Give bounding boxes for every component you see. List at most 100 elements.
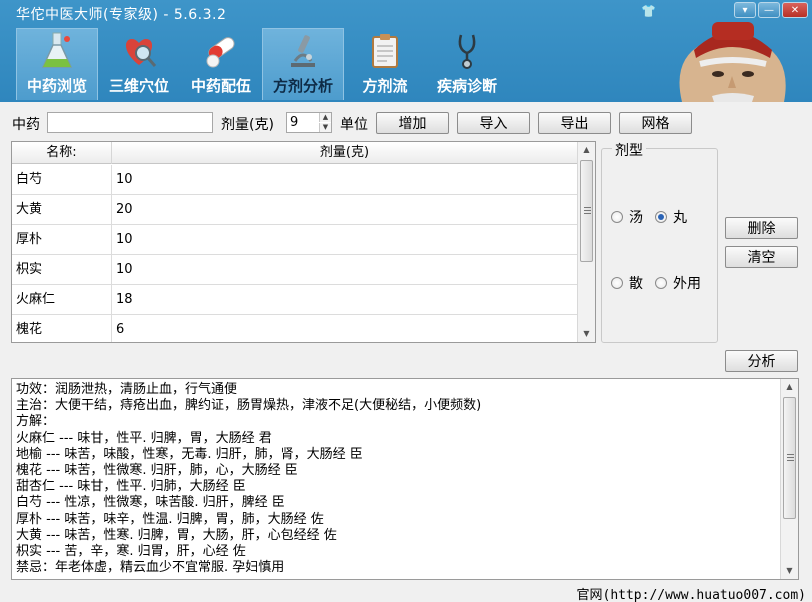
scroll-down-icon[interactable]: ▼ bbox=[578, 326, 595, 342]
table-row[interactable]: 大黄 20 bbox=[12, 195, 578, 225]
tab-herb-browse[interactable]: 中药浏览 bbox=[16, 28, 98, 100]
cell-name: 火麻仁 bbox=[12, 285, 112, 314]
table-row[interactable]: 厚朴 10 bbox=[12, 225, 578, 255]
column-header-name[interactable]: 名称: bbox=[12, 142, 112, 164]
grip-icon bbox=[787, 460, 794, 461]
radio-label: 汤 bbox=[629, 210, 643, 226]
tab-label: 方剂流 bbox=[362, 77, 408, 95]
scroll-up-icon[interactable]: ▲ bbox=[578, 142, 595, 158]
analysis-line: 火麻仁 --- 味甘，性平. 归脾，胃，大肠经 君 bbox=[16, 430, 272, 446]
title-toolbar-band: 华佗中医大师(专家级) - 5.6.3.2 👕 ▾ — ✕ 中药浏览 三维穴位 bbox=[0, 0, 812, 102]
close-button[interactable]: ✕ bbox=[782, 2, 808, 18]
tab-label: 中药配伍 bbox=[190, 77, 251, 95]
radio-powder[interactable]: 散 bbox=[611, 273, 643, 293]
tab-disease-diagnosis[interactable]: 疾病诊断 bbox=[426, 28, 508, 100]
table-row[interactable]: 白芍 10 bbox=[12, 165, 578, 195]
scroll-thumb[interactable] bbox=[783, 397, 796, 519]
stethoscope-icon bbox=[458, 34, 476, 69]
grip-icon bbox=[787, 454, 794, 455]
radio-pill[interactable]: 丸 bbox=[655, 207, 687, 227]
cell-name: 枳实 bbox=[12, 255, 112, 284]
cell-dose: 6 bbox=[116, 322, 125, 337]
scroll-down-icon[interactable]: ▼ bbox=[781, 563, 798, 579]
analysis-textarea[interactable]: 功效：润肠泄热，清肠止血，行气通便 主治：大便干结，痔疮出血，脾约证，肠胃燥热，… bbox=[11, 378, 799, 580]
text-scrollbar[interactable]: ▲ ▼ bbox=[780, 379, 798, 579]
radio-icon[interactable] bbox=[655, 277, 667, 289]
cell-name: 大黄 bbox=[12, 195, 112, 224]
main-tabs: 中药浏览 三维穴位 中药配伍 方剂分析 方剂流 疾病诊断 bbox=[16, 28, 508, 100]
skin-icon[interactable]: 👕 bbox=[641, 4, 656, 18]
window-controls: ▾ — ✕ bbox=[734, 2, 808, 18]
stepper-up-icon[interactable]: ▲ bbox=[319, 113, 331, 122]
herb-table: 名称: 剂量(克) 白芍 10 大黄 20 厚朴 10 枳实 10 火麻仁 18… bbox=[11, 141, 596, 343]
radio-decoction[interactable]: 汤 bbox=[611, 207, 643, 227]
cell-dose: 10 bbox=[116, 262, 133, 277]
pills-icon bbox=[206, 37, 235, 68]
analysis-line: 方解： bbox=[16, 414, 56, 430]
table-row[interactable]: 火麻仁 18 bbox=[12, 285, 578, 315]
clipboard-icon bbox=[372, 34, 398, 68]
cell-dose: 18 bbox=[116, 292, 133, 307]
grid-button[interactable]: 网格 bbox=[619, 112, 692, 134]
radio-checked-icon[interactable] bbox=[655, 211, 667, 223]
tab-label: 三维穴位 bbox=[108, 77, 169, 95]
tab-label: 中药浏览 bbox=[26, 77, 87, 95]
portrait-image bbox=[679, 22, 786, 102]
herb-input[interactable] bbox=[47, 112, 213, 133]
website-link[interactable]: 官网(http://www.huatuo007.com) bbox=[577, 584, 807, 602]
tab-3d-acupoint[interactable]: 三维穴位 bbox=[98, 28, 180, 100]
grip-icon bbox=[584, 207, 591, 208]
cell-name: 厚朴 bbox=[12, 225, 112, 254]
huatuo-portrait bbox=[652, 20, 812, 102]
scroll-up-icon[interactable]: ▲ bbox=[781, 379, 798, 395]
radio-external[interactable]: 外用 bbox=[655, 273, 701, 293]
column-header-dose[interactable]: 剂量(克) bbox=[112, 142, 578, 164]
tab-label: 方剂分析 bbox=[272, 77, 333, 95]
analysis-line: 功效：润肠泄热，清肠止血，行气通便 bbox=[16, 382, 238, 397]
table-row[interactable]: 枳实 10 bbox=[12, 255, 578, 285]
radio-label: 散 bbox=[629, 276, 643, 292]
analysis-line: 禁忌：年老体虚，精云血少不宜常服. 孕妇慎用 bbox=[16, 560, 285, 576]
microscope-icon bbox=[291, 35, 315, 67]
form-type-group: 剂型 bbox=[601, 140, 718, 343]
menu-button[interactable]: ▾ bbox=[734, 2, 756, 18]
export-button[interactable]: 导出 bbox=[538, 112, 611, 134]
radio-label: 外用 bbox=[673, 276, 701, 292]
minimize-button[interactable]: — bbox=[758, 2, 780, 18]
dose-label: 剂量(克) bbox=[221, 117, 274, 133]
clear-button[interactable]: 清空 bbox=[725, 246, 798, 268]
cell-dose: 10 bbox=[116, 232, 133, 247]
table-header: 名称: 剂量(克) bbox=[12, 142, 578, 164]
tab-prescription-analysis[interactable]: 方剂分析 bbox=[262, 28, 344, 100]
analyze-button[interactable]: 分析 bbox=[725, 350, 798, 372]
tab-herb-compatibility[interactable]: 中药配伍 bbox=[180, 28, 262, 100]
scroll-thumb[interactable] bbox=[580, 160, 593, 262]
stepper-down-icon[interactable]: ▼ bbox=[319, 123, 331, 132]
flask-icon bbox=[41, 32, 73, 68]
analysis-line: 主治：大便干结，痔疮出血，脾约证，肠胃燥热，津液不足(大便秘结，小便频数) bbox=[16, 398, 482, 414]
unit-label: 单位 bbox=[340, 117, 368, 133]
analysis-line: 枳实 --- 苦，辛，寒. 归胃，肝，心经 佐 bbox=[16, 543, 246, 559]
cell-dose: 10 bbox=[116, 172, 133, 187]
cell-name: 槐花 bbox=[12, 315, 112, 342]
herb-label: 中药 bbox=[12, 117, 40, 133]
radio-label: 丸 bbox=[673, 210, 687, 226]
grip-icon bbox=[584, 213, 591, 214]
group-title: 剂型 bbox=[612, 140, 646, 160]
add-button[interactable]: 增加 bbox=[376, 112, 449, 134]
analysis-line: 地榆 --- 味苦，味酸，性寒，无毒. 归肝，肺，肾，大肠经 臣 bbox=[16, 446, 363, 462]
analysis-lines: 功效：润肠泄热，清肠止血，行气通便 主治：大便干结，痔疮出血，脾约证，肠胃燥热，… bbox=[16, 382, 780, 576]
dose-value: 9 bbox=[290, 115, 299, 130]
radio-icon[interactable] bbox=[611, 211, 623, 223]
analysis-line: 白芍 --- 性凉，性微寒，味苦酸. 归肝，脾经 臣 bbox=[16, 495, 285, 511]
dose-stepper[interactable]: 9 ▲ ▼ bbox=[286, 112, 332, 133]
analysis-line: 甜杏仁 --- 味甘，性平. 归肺，大肠经 臣 bbox=[16, 479, 246, 495]
table-scrollbar[interactable]: ▲ ▼ bbox=[577, 142, 595, 342]
cell-dose: 20 bbox=[116, 202, 133, 217]
import-button[interactable]: 导入 bbox=[457, 112, 530, 134]
table-row[interactable]: 槐花 6 bbox=[12, 315, 578, 342]
tab-prescription-flow[interactable]: 方剂流 bbox=[344, 28, 426, 100]
grip-icon bbox=[584, 210, 591, 211]
delete-button[interactable]: 删除 bbox=[725, 217, 798, 239]
radio-icon[interactable] bbox=[611, 277, 623, 289]
